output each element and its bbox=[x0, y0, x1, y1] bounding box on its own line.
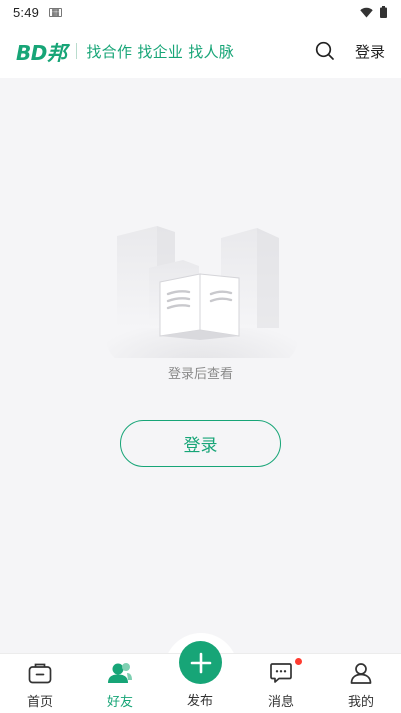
nav-label-messages: 消息 bbox=[267, 695, 294, 710]
app-screen: 5:49 ▦ BD邦 找合作 找企业 找人脉 登录 登录后查看 登录 首页 好友… bbox=[0, 0, 401, 713]
plus-icon bbox=[190, 652, 211, 673]
battery-icon bbox=[380, 6, 387, 18]
logo-divider bbox=[76, 43, 78, 59]
nav-label-home: 首页 bbox=[26, 695, 53, 710]
message-icon bbox=[268, 660, 294, 686]
nav-label-friends: 好友 bbox=[106, 695, 133, 710]
nav-item-profile[interactable]: 我的 bbox=[331, 660, 391, 710]
home-box-icon bbox=[27, 660, 53, 686]
empty-state-message: 登录后查看 bbox=[167, 367, 233, 382]
profile-icon bbox=[348, 660, 374, 686]
header-login-link[interactable]: 登录 bbox=[355, 41, 385, 62]
unread-badge bbox=[295, 658, 302, 665]
nav-item-messages[interactable]: 消息 bbox=[251, 660, 311, 710]
friends-icon bbox=[107, 660, 133, 686]
search-icon[interactable] bbox=[314, 40, 336, 62]
status-icons bbox=[360, 6, 387, 18]
status-bar: 5:49 ▦ bbox=[0, 0, 401, 24]
brand-logo: BD邦 bbox=[16, 37, 67, 66]
empty-state-illustration bbox=[107, 226, 297, 358]
wifi-icon bbox=[360, 7, 373, 17]
slogan-text: 找合作 找企业 找人脉 bbox=[86, 42, 235, 61]
login-button[interactable]: 登录 bbox=[120, 420, 281, 467]
publish-button[interactable] bbox=[179, 641, 222, 684]
nav-label-publish[interactable]: 发布 bbox=[170, 690, 230, 709]
notification-icon: ▦ bbox=[49, 7, 62, 18]
nav-item-friends[interactable]: 好友 bbox=[90, 660, 150, 710]
logo-text: BD邦 bbox=[16, 40, 67, 65]
top-header: BD邦 找合作 找企业 找人脉 登录 bbox=[0, 24, 401, 78]
nav-label-profile: 我的 bbox=[347, 695, 374, 710]
nav-item-home[interactable]: 首页 bbox=[10, 660, 70, 710]
status-time: 5:49 bbox=[13, 4, 40, 20]
